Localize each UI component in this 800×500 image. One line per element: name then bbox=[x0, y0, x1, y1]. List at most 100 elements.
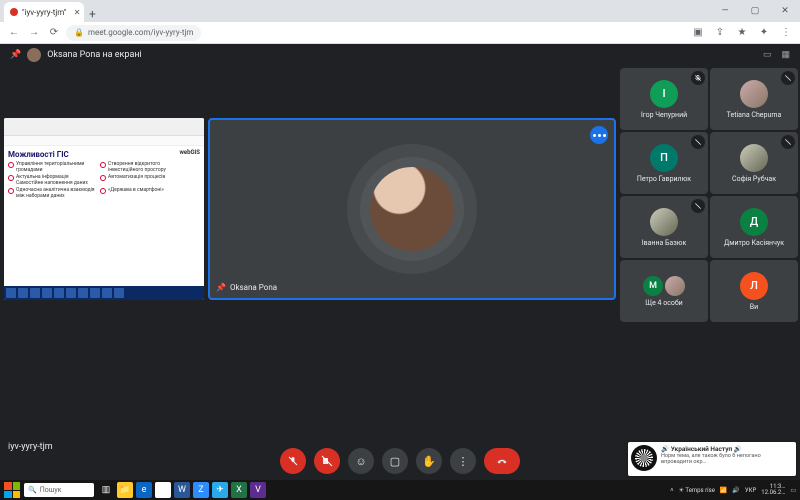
present-button[interactable]: ▢ bbox=[382, 448, 408, 474]
participant-tile[interactable]: П Петро Гаврилюк bbox=[620, 132, 708, 194]
toolbar-right: ▣ ⇪ ★ ✦ ⋮ bbox=[690, 25, 794, 41]
window-close-button[interactable]: ✕ bbox=[770, 0, 800, 22]
browser-toolbar: ← → ⟳ 🔒 meet.google.com/iyv-yyry-tjm ▣ ⇪… bbox=[0, 22, 800, 44]
task-view-icon[interactable]: ▥ bbox=[98, 482, 114, 498]
taskbar-pinned-apps: ▥ 📁 e ◉ W Z ✈ X V bbox=[98, 482, 266, 498]
notifications-icon[interactable]: ▭ bbox=[790, 487, 796, 494]
speaker-name: Oksana Pona bbox=[230, 283, 277, 292]
tray-chevron-icon[interactable]: ˄ bbox=[670, 487, 674, 494]
share-icon[interactable]: ⇪ bbox=[712, 25, 728, 41]
meet-main-area: Можливості ГІС webGIS Управління територ… bbox=[0, 66, 620, 456]
active-speaker-tile[interactable]: 📌 Oksana Pona bbox=[208, 118, 616, 300]
cast-icon[interactable]: ▣ bbox=[690, 25, 706, 41]
avatar: М bbox=[643, 276, 663, 296]
meet-layout-icon[interactable]: ▦ bbox=[781, 50, 790, 60]
wifi-icon[interactable]: 📶 bbox=[720, 487, 727, 494]
participant-name: Tetiana Chepurna bbox=[727, 112, 782, 119]
taskbar-search[interactable]: 🔍 Пошук bbox=[24, 483, 94, 497]
tab-favicon bbox=[10, 8, 18, 16]
minimize-tile-icon[interactable]: ▭ bbox=[763, 50, 772, 60]
explorer-icon[interactable]: 📁 bbox=[117, 482, 133, 498]
overflow-tile[interactable]: М Ще 4 особи bbox=[620, 260, 708, 322]
avatar bbox=[740, 144, 768, 172]
menu-icon[interactable]: ⋮ bbox=[778, 25, 794, 41]
participant-tile[interactable]: І Ігор Чепурний bbox=[620, 68, 708, 130]
nav-reload-button[interactable]: ⟳ bbox=[46, 25, 62, 41]
weather-widget[interactable]: ☀ Temps rise bbox=[679, 487, 715, 494]
raise-hand-button[interactable]: ✋ bbox=[416, 448, 442, 474]
muted-icon bbox=[691, 71, 705, 85]
nav-back-button[interactable]: ← bbox=[6, 25, 22, 41]
zoom-icon[interactable]: Z bbox=[193, 482, 209, 498]
lock-icon: 🔒 bbox=[74, 28, 84, 37]
window-maximize-button[interactable]: ▢ bbox=[740, 0, 770, 22]
notification-toast[interactable]: 🔊 Український Наступ 🔊 Норм тема, але та… bbox=[628, 442, 796, 476]
presenter-pin-icon: 📌 bbox=[10, 50, 21, 60]
presenter-banner-text: Oksana Pona на екрані bbox=[47, 50, 142, 60]
nav-forward-button[interactable]: → bbox=[26, 25, 42, 41]
presentation-tile[interactable]: Можливості ГІС webGIS Управління територ… bbox=[4, 118, 204, 300]
new-tab-button[interactable]: + bbox=[84, 6, 100, 22]
speaker-label: 📌 Oksana Pona bbox=[216, 283, 277, 292]
address-bar[interactable]: 🔒 meet.google.com/iyv-yyry-tjm bbox=[66, 25, 201, 41]
bookmark-icon[interactable]: ★ bbox=[734, 25, 750, 41]
camera-toggle-button[interactable] bbox=[314, 448, 340, 474]
slide-logo: webGIS bbox=[179, 149, 200, 156]
mic-toggle-button[interactable] bbox=[280, 448, 306, 474]
url-text: meet.google.com/iyv-yyry-tjm bbox=[88, 28, 193, 37]
shared-desktop-taskbar bbox=[4, 286, 204, 300]
overflow-label: Ще 4 особи bbox=[645, 300, 682, 307]
tab-close-icon[interactable]: ✕ bbox=[74, 8, 81, 17]
slide-item: Актуальна інформація Самостійне наповнен… bbox=[16, 175, 96, 186]
avatar bbox=[740, 80, 768, 108]
self-tile[interactable]: Л Ви bbox=[710, 260, 798, 322]
system-tray: ˄ ☀ Temps rise 📶 🔊 УКР 11:3… 12.06.2… ▭ bbox=[670, 484, 796, 496]
reactions-button[interactable]: ☺ bbox=[348, 448, 374, 474]
participant-name: Дмитро Касіянчук bbox=[724, 240, 784, 247]
avatar bbox=[665, 276, 685, 296]
slide-item: Автоматизація процесів bbox=[108, 175, 165, 186]
search-icon: 🔍 bbox=[28, 486, 37, 494]
participant-name: Петро Гаврилюк bbox=[637, 176, 691, 183]
leave-call-button[interactable] bbox=[484, 448, 520, 474]
notification-app-icon bbox=[631, 445, 657, 471]
clock-date[interactable]: 12.06.2… bbox=[761, 490, 785, 496]
edge-icon[interactable]: e bbox=[136, 482, 152, 498]
presentation-toolbar bbox=[4, 136, 204, 146]
pin-icon: 📌 bbox=[216, 283, 226, 292]
tab-title: "iyv-yyry-tjm" bbox=[22, 8, 66, 17]
participant-tile[interactable]: Tetiana Chepurna bbox=[710, 68, 798, 130]
slide-item: Управління територіальними громадами bbox=[16, 162, 96, 173]
slide-item: «Держава в смартфоні» bbox=[108, 188, 164, 199]
window-controls: — ▢ ✕ bbox=[710, 0, 800, 22]
self-label: Ви bbox=[750, 304, 758, 311]
word-icon[interactable]: W bbox=[174, 482, 190, 498]
participant-tile[interactable]: Іванна Базюк bbox=[620, 196, 708, 258]
start-button[interactable] bbox=[4, 482, 20, 498]
muted-icon bbox=[691, 135, 705, 149]
volume-icon[interactable]: 🔊 bbox=[732, 487, 739, 494]
telegram-icon[interactable]: ✈ bbox=[212, 482, 228, 498]
chrome-icon[interactable]: ◉ bbox=[155, 482, 171, 498]
participant-name: Ігор Чепурний bbox=[641, 112, 687, 119]
speaking-indicator-icon bbox=[590, 126, 608, 144]
slide-item: Одночасна аналітична взаємодія між набор… bbox=[16, 188, 96, 199]
excel-icon[interactable]: X bbox=[231, 482, 247, 498]
app-icon[interactable]: V bbox=[250, 482, 266, 498]
muted-icon bbox=[691, 199, 705, 213]
participant-tile[interactable]: Софія Рубчак bbox=[710, 132, 798, 194]
language-indicator[interactable]: УКР bbox=[745, 487, 756, 494]
window-titlebar: "iyv-yyry-tjm" ✕ + — ▢ ✕ bbox=[0, 0, 800, 22]
presentation-app-header bbox=[4, 118, 204, 136]
browser-tab[interactable]: "iyv-yyry-tjm" ✕ bbox=[4, 2, 84, 22]
presenter-avatar bbox=[27, 48, 41, 62]
notification-body: Норм тема, але також було б непогано впр… bbox=[661, 453, 793, 465]
participant-name: Софія Рубчак bbox=[732, 176, 776, 183]
participant-tile[interactable]: Д Дмитро Касіянчук bbox=[710, 196, 798, 258]
more-options-button[interactable]: ⋮ bbox=[450, 448, 476, 474]
window-minimize-button[interactable]: — bbox=[710, 0, 740, 22]
extensions-icon[interactable]: ✦ bbox=[756, 25, 772, 41]
avatar: Д bbox=[740, 208, 768, 236]
notification-title: 🔊 Український Наступ 🔊 bbox=[661, 445, 793, 453]
windows-taskbar: 🔍 Пошук ▥ 📁 e ◉ W Z ✈ X V ˄ ☀ Temps rise… bbox=[0, 480, 800, 500]
